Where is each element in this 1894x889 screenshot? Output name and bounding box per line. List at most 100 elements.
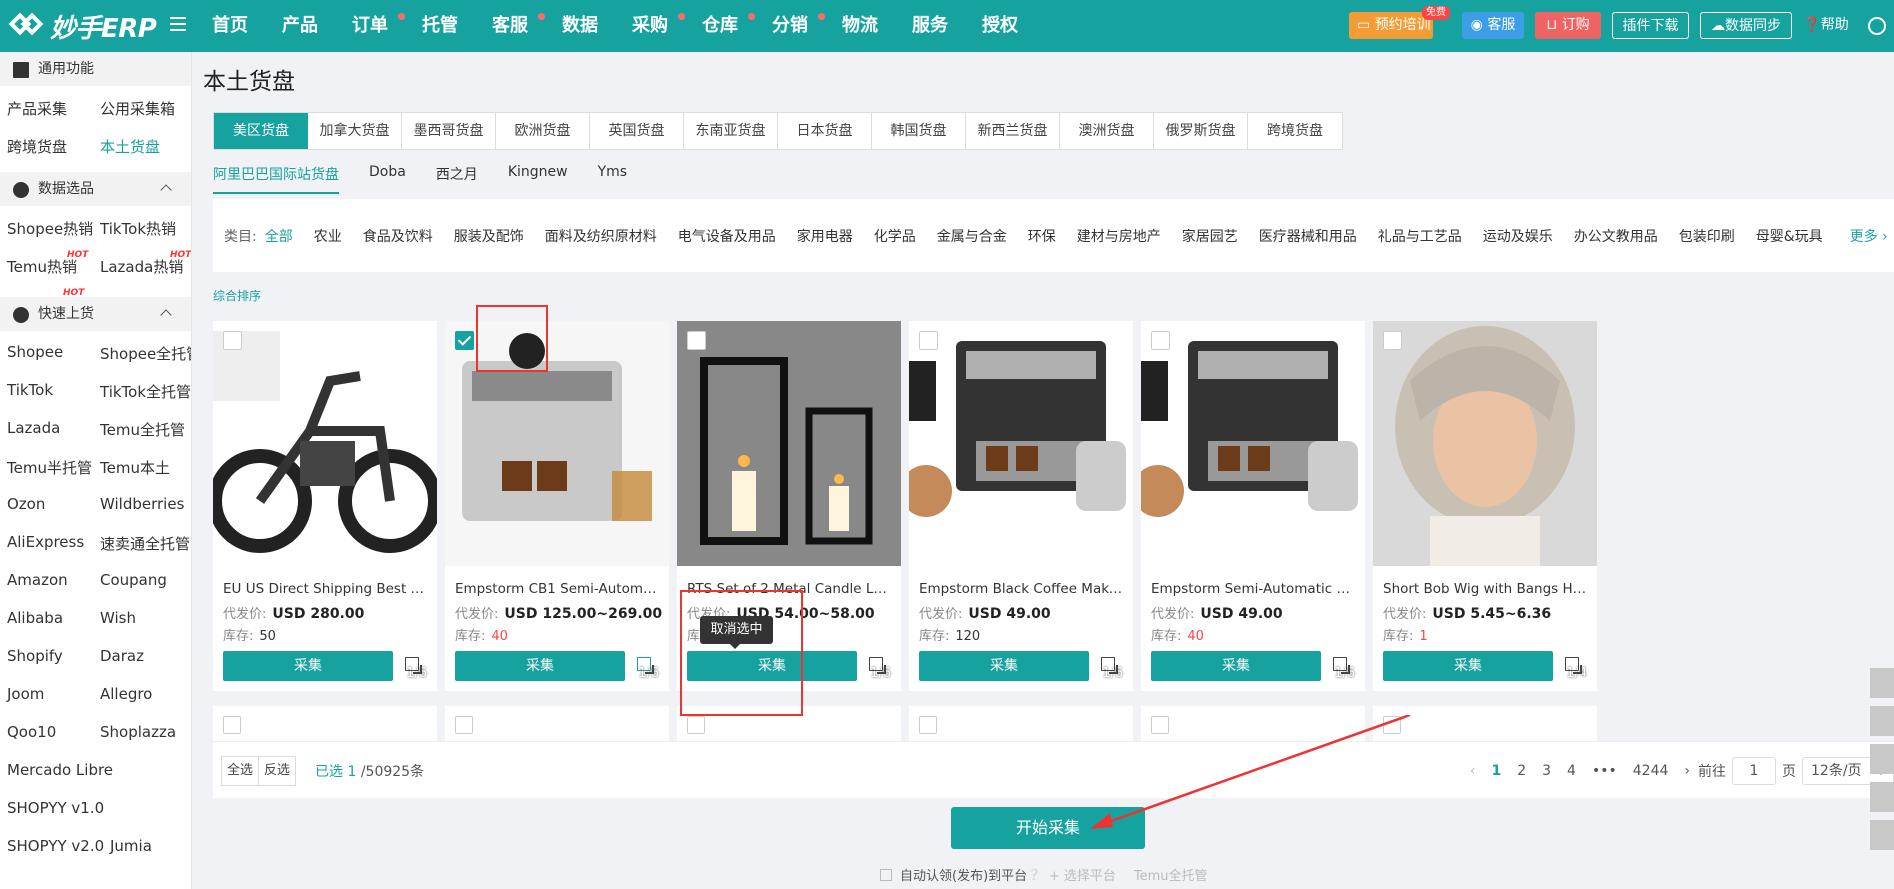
product-name[interactable]: Empstorm Semi-Automatic Espresso ... bbox=[1151, 581, 1356, 597]
edit-icon[interactable] bbox=[1565, 657, 1582, 674]
category-item[interactable]: 面料及纺织原材料 bbox=[545, 226, 657, 246]
training-button[interactable]: ▭ 预约培训 bbox=[1349, 12, 1433, 39]
sidebar-item[interactable]: 产品采集 bbox=[7, 98, 67, 119]
question-icon[interactable]: ❔ bbox=[1027, 868, 1041, 881]
collect-button[interactable]: 采集 bbox=[1151, 651, 1321, 681]
logo[interactable]: 妙手ERP bbox=[8, 10, 158, 44]
source-tab[interactable]: 西之月 bbox=[436, 164, 478, 194]
category-item[interactable]: 环保 bbox=[1028, 226, 1056, 246]
sidebar-item[interactable]: Temu本土 bbox=[100, 457, 170, 478]
product-card-next-row[interactable] bbox=[213, 706, 437, 743]
product-image[interactable] bbox=[1373, 321, 1597, 566]
service-button[interactable]: ◉ 客服 bbox=[1462, 12, 1524, 39]
product-card[interactable]: 1/6Empstorm Black Coffee Maker - Semi-..… bbox=[909, 321, 1133, 691]
sidebar-section-2[interactable]: 数据选品 bbox=[0, 172, 191, 206]
sidebar-item[interactable]: AliExpress bbox=[7, 533, 84, 551]
category-item[interactable]: 食品及饮料 bbox=[363, 226, 433, 246]
product-checkbox[interactable] bbox=[919, 716, 937, 734]
sidebar-item[interactable]: Shoplazza bbox=[100, 723, 176, 741]
sort-comprehensive[interactable]: 综合排序 bbox=[213, 287, 261, 304]
feedback-icon[interactable] bbox=[1870, 744, 1894, 774]
region-tab[interactable]: 俄罗斯货盘 bbox=[1154, 113, 1248, 149]
sidebar-section-3[interactable]: 快速上货 bbox=[0, 297, 191, 331]
sidebar-item[interactable]: SHOPYY v1.0 bbox=[7, 799, 104, 817]
user-avatar-icon[interactable] bbox=[1868, 17, 1886, 35]
product-name[interactable]: Empstorm Black Coffee Maker - Semi-... bbox=[919, 581, 1124, 597]
product-image[interactable] bbox=[1141, 321, 1365, 566]
page-link[interactable]: 2 bbox=[1517, 763, 1526, 779]
collapse-icon[interactable] bbox=[1870, 668, 1894, 698]
sidebar-section-1[interactable]: 通用功能 bbox=[0, 52, 191, 86]
category-item[interactable]: 化学品 bbox=[874, 226, 916, 246]
product-name[interactable]: RTS Set of 2 Metal Candle Lantern Por... bbox=[687, 581, 892, 597]
more-categories-link[interactable]: 更多 › bbox=[1850, 226, 1888, 246]
edit-icon[interactable] bbox=[1333, 657, 1350, 674]
category-item[interactable]: 金属与合金 bbox=[937, 226, 1007, 246]
collect-button[interactable]: 采集 bbox=[455, 651, 625, 681]
sidebar-item[interactable]: Shopify bbox=[7, 647, 63, 665]
choose-platform-button[interactable]: + 选择平台 bbox=[1049, 865, 1116, 884]
sidebar-item[interactable]: Jumia bbox=[110, 837, 152, 855]
product-checkbox[interactable] bbox=[1151, 331, 1170, 350]
product-card[interactable]: 1/6Empstorm CB1 Semi-Automatic Cold...代发… bbox=[445, 321, 669, 691]
nav-item[interactable]: 订单 bbox=[352, 0, 422, 52]
auto-claim-checkbox[interactable] bbox=[880, 868, 892, 881]
sidebar-item[interactable]: Daraz bbox=[100, 647, 144, 665]
source-tab[interactable]: Kingnew bbox=[508, 164, 568, 194]
sidebar-item[interactable]: Qoo10 bbox=[7, 723, 56, 741]
sidebar-item[interactable]: Temu半托管 bbox=[7, 457, 92, 478]
nav-item[interactable]: 授权 bbox=[982, 0, 1052, 52]
product-card[interactable]: 1/6EU US Direct Shipping Best Price Elec… bbox=[213, 321, 437, 691]
product-checkbox[interactable] bbox=[919, 331, 938, 350]
product-card-next-row[interactable] bbox=[445, 706, 669, 743]
source-tab[interactable]: Doba bbox=[369, 164, 406, 194]
page-link[interactable]: 4244 bbox=[1633, 763, 1669, 779]
sidebar-item[interactable]: Shopee热销 bbox=[7, 218, 93, 239]
region-tab[interactable]: 跨境货盘 bbox=[1248, 113, 1342, 149]
region-tab[interactable]: 英国货盘 bbox=[590, 113, 684, 149]
menu-toggle-icon[interactable] bbox=[170, 17, 186, 31]
page-link[interactable]: ••• bbox=[1592, 763, 1617, 779]
product-card-next-row[interactable] bbox=[677, 706, 901, 743]
page-link[interactable]: 3 bbox=[1542, 763, 1551, 779]
product-checkbox[interactable] bbox=[687, 331, 706, 350]
sidebar-item[interactable]: TikTok热销 bbox=[100, 218, 176, 239]
source-tab[interactable]: 阿里巴巴国际站货盘 bbox=[213, 164, 339, 194]
nav-item[interactable]: 分销 bbox=[772, 0, 842, 52]
select-all-button[interactable]: 全选 bbox=[221, 756, 259, 786]
region-tab[interactable]: 加拿大货盘 bbox=[308, 113, 402, 149]
region-tab[interactable]: 东南亚货盘 bbox=[684, 113, 778, 149]
nav-item[interactable]: 采购 bbox=[632, 0, 702, 52]
category-item[interactable]: 电气设备及用品 bbox=[678, 226, 776, 246]
product-image[interactable] bbox=[213, 321, 437, 566]
sidebar-item[interactable]: TikTok全托管 bbox=[100, 381, 191, 402]
sidebar-item[interactable]: Allegro bbox=[100, 685, 152, 703]
product-checkbox[interactable] bbox=[455, 331, 474, 350]
nav-item[interactable]: 首页 bbox=[212, 0, 282, 52]
region-tab[interactable]: 美区货盘 bbox=[214, 113, 308, 149]
product-checkbox[interactable] bbox=[687, 716, 705, 734]
nav-item[interactable]: 数据 bbox=[562, 0, 632, 52]
category-item[interactable]: 医疗器械和用品 bbox=[1259, 226, 1357, 246]
sidebar-item[interactable]: 本土货盘 bbox=[100, 136, 160, 157]
region-tab[interactable]: 澳洲货盘 bbox=[1060, 113, 1154, 149]
category-item[interactable]: 农业 bbox=[314, 226, 342, 246]
collect-button[interactable]: 采集 bbox=[1383, 651, 1553, 681]
product-image[interactable] bbox=[909, 321, 1133, 566]
category-item[interactable]: 建材与房地产 bbox=[1077, 226, 1161, 246]
category-item[interactable]: 运动及娱乐 bbox=[1483, 226, 1553, 246]
sidebar-item[interactable]: 公用采集箱 bbox=[100, 98, 175, 119]
sidebar-item[interactable]: TikTok bbox=[7, 381, 53, 399]
nav-item[interactable]: 产品 bbox=[282, 0, 352, 52]
product-name[interactable]: Empstorm CB1 Semi-Automatic Cold... bbox=[455, 581, 660, 597]
upload-icon[interactable] bbox=[1870, 820, 1894, 850]
page-link[interactable]: 1 bbox=[1491, 763, 1501, 779]
edit-icon[interactable] bbox=[637, 657, 654, 674]
nav-item[interactable]: 客服 bbox=[492, 0, 562, 52]
edit-icon[interactable] bbox=[1101, 657, 1118, 674]
category-item[interactable]: 办公文教用品 bbox=[1574, 226, 1658, 246]
category-item[interactable]: 全部 bbox=[265, 226, 293, 246]
mobile-icon[interactable] bbox=[1870, 706, 1894, 736]
region-tab[interactable]: 日本货盘 bbox=[778, 113, 872, 149]
source-tab[interactable]: Yms bbox=[598, 164, 627, 194]
